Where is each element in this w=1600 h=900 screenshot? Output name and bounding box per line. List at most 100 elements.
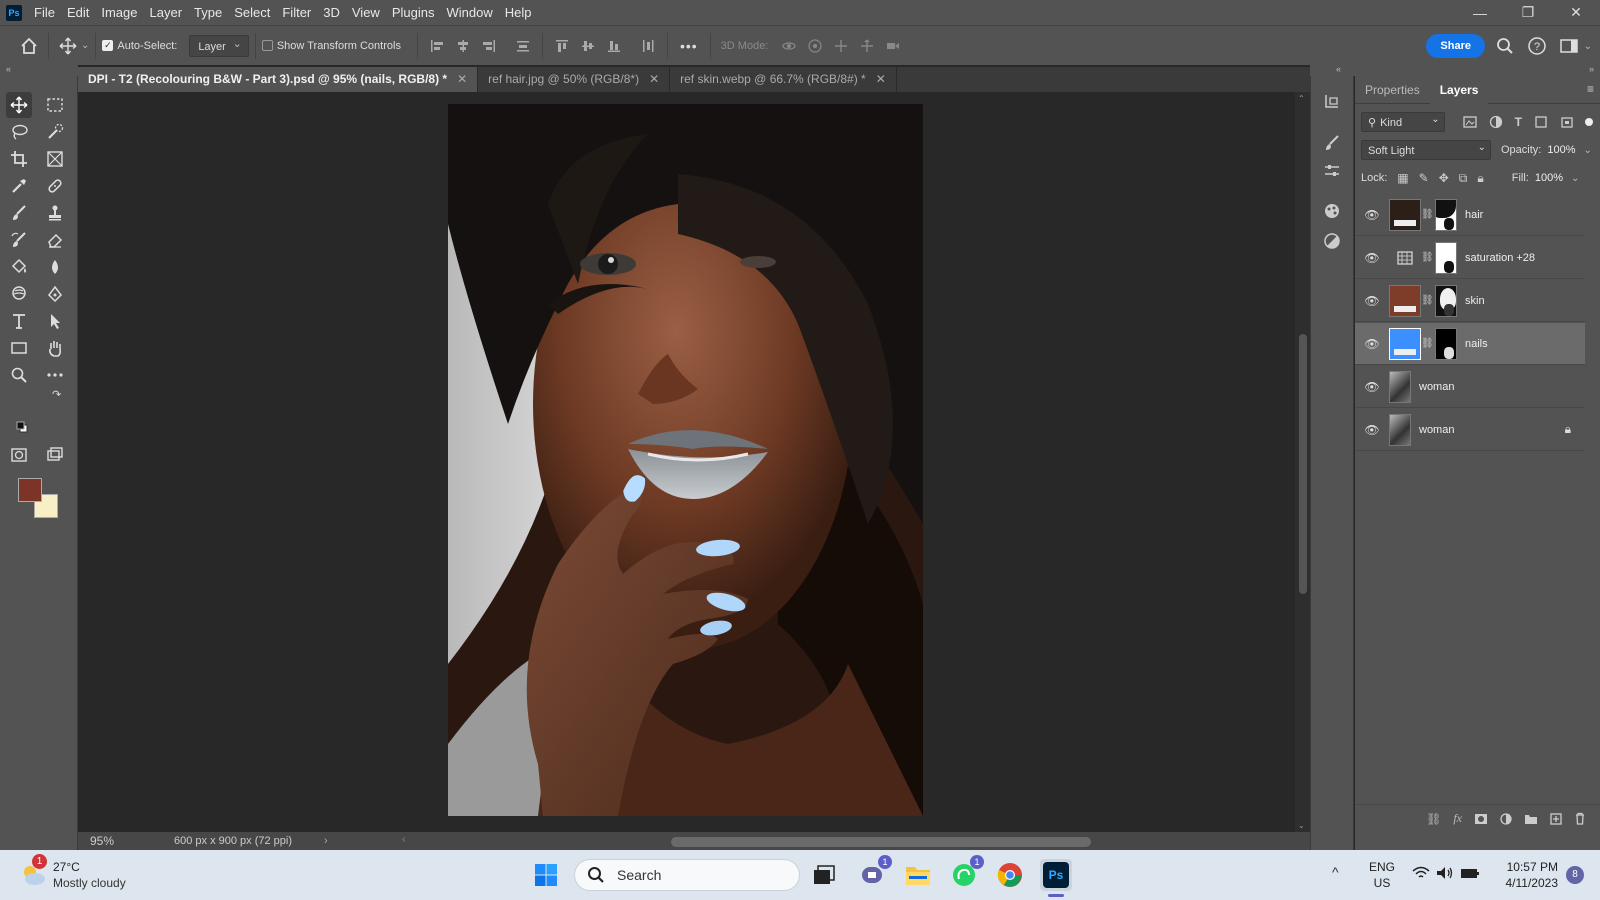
collapse-left-icon[interactable]: «	[1336, 65, 1341, 74]
brush-tool-icon[interactable]	[6, 200, 32, 226]
auto-select-dropdown[interactable]: Layer	[189, 33, 249, 57]
filter-pixel-icon[interactable]	[1463, 115, 1477, 129]
blur-tool-icon[interactable]	[42, 254, 68, 280]
toolbar-collapse-strip[interactable]: «	[0, 65, 78, 76]
align-bottom-icon[interactable]	[601, 33, 627, 59]
clock[interactable]: 10:57 PM 4/11/2023	[1494, 859, 1559, 891]
chevron-down-icon[interactable]: ⌄	[1571, 173, 1579, 184]
lock-all-icon[interactable]: 🔒︎	[1477, 171, 1483, 186]
visibility-eye-icon[interactable]: 👁︎	[1355, 251, 1389, 265]
link-icon[interactable]: ⛓︎	[1421, 252, 1434, 263]
weather-widget[interactable]: 27°C Mostly cloudy	[53, 859, 126, 891]
layer-mask-thumbnail[interactable]	[1435, 284, 1457, 317]
panel-collapse-strip[interactable]: «»	[1310, 65, 1600, 76]
tab-layers[interactable]: Layers	[1429, 75, 1489, 104]
close-button[interactable]: ✕	[1552, 0, 1600, 25]
menu-filter[interactable]: Filter	[276, 0, 317, 25]
clone-stamp-tool-icon[interactable]	[42, 200, 68, 226]
link-icon[interactable]: ⛓︎	[1421, 295, 1434, 306]
healing-brush-tool-icon[interactable]	[42, 173, 68, 199]
menu-edit[interactable]: Edit	[61, 0, 95, 25]
photoshop-taskbar-icon[interactable]: Ps	[1040, 859, 1072, 891]
lasso-tool-icon[interactable]	[6, 119, 32, 145]
help-icon[interactable]: ?	[1524, 33, 1550, 59]
task-view-icon[interactable]	[808, 859, 840, 891]
document-canvas[interactable]	[448, 104, 923, 816]
fill-input[interactable]: 100%	[1535, 172, 1563, 184]
notification-badge[interactable]: 8	[1566, 866, 1584, 884]
marquee-tool-icon[interactable]	[42, 92, 68, 118]
menu-window[interactable]: Window	[440, 0, 498, 25]
visibility-eye-icon[interactable]: 👁︎	[1355, 208, 1389, 222]
lock-position-icon[interactable]: ✥	[1439, 171, 1449, 185]
type-tool-icon[interactable]	[6, 308, 32, 334]
tab-ref-skin[interactable]: ref skin.webp @ 66.7% (RGB/8#) * ✕	[670, 67, 897, 92]
layer-mask-thumbnail[interactable]	[1435, 327, 1457, 360]
tab-document-main[interactable]: DPI - T2 (Recolouring B&W - Part 3).psd …	[78, 67, 479, 92]
crop-tool-icon[interactable]	[6, 146, 32, 172]
home-icon[interactable]	[16, 33, 42, 59]
pen-tool-icon[interactable]	[42, 281, 68, 307]
lock-pixels-icon[interactable]: ✎	[1419, 171, 1429, 185]
chrome-icon[interactable]	[994, 859, 1026, 891]
layer-row[interactable]: 👁︎ ⛓︎ skin	[1355, 280, 1585, 322]
blend-mode-dropdown[interactable]: Soft Light	[1361, 138, 1491, 160]
weather-icon[interactable]: 1	[18, 854, 48, 888]
lock-transparent-icon[interactable]: ▦	[1397, 171, 1408, 185]
photoshop-logo-icon[interactable]: Ps	[6, 4, 22, 21]
scroll-left-icon[interactable]: ‹	[402, 834, 405, 845]
more-options-icon[interactable]: •••	[680, 38, 698, 54]
menu-select[interactable]: Select	[228, 0, 276, 25]
navigator-panel-icon[interactable]	[1319, 228, 1345, 254]
menu-plugins[interactable]: Plugins	[386, 0, 441, 25]
start-menu-icon[interactable]	[530, 859, 562, 891]
new-layer-icon[interactable]	[1550, 812, 1562, 825]
layer-thumbnail[interactable]	[1389, 413, 1411, 446]
minimize-button[interactable]: —	[1456, 0, 1504, 25]
taskbar-search[interactable]: Search	[574, 859, 800, 891]
align-middle-icon[interactable]	[575, 33, 601, 59]
layer-name[interactable]: saturation +28	[1465, 252, 1535, 264]
new-group-icon[interactable]	[1524, 813, 1538, 825]
filter-kind-dropdown[interactable]: ⚲ Kind	[1361, 110, 1445, 132]
align-top-icon[interactable]	[549, 33, 575, 59]
layer-name[interactable]: skin	[1465, 295, 1485, 307]
tab-properties[interactable]: Properties	[1355, 76, 1430, 104]
3d-orbit-icon[interactable]	[776, 33, 802, 59]
wifi-icon[interactable]	[1412, 866, 1430, 880]
layer-row[interactable]: 👁︎ woman 🔒︎	[1355, 409, 1585, 451]
file-explorer-icon[interactable]	[902, 859, 934, 891]
new-adjustment-layer-icon[interactable]	[1500, 812, 1512, 825]
3d-slide-icon[interactable]	[854, 33, 880, 59]
layer-name[interactable]: woman	[1419, 424, 1454, 436]
3d-pan-icon[interactable]	[828, 33, 854, 59]
battery-icon[interactable]	[1460, 866, 1480, 880]
share-button[interactable]: Share	[1426, 34, 1485, 58]
status-menu-chevron-icon[interactable]: ›	[324, 835, 328, 847]
menu-file[interactable]: File	[28, 0, 61, 25]
libraries-panel-icon[interactable]	[1319, 198, 1345, 224]
link-icon[interactable]: ⛓︎	[1421, 338, 1434, 349]
filter-type-icon[interactable]: T	[1515, 115, 1522, 129]
scroll-down-icon[interactable]: ⌄	[1298, 821, 1305, 830]
move-tool-icon[interactable]	[55, 33, 81, 59]
align-left-icon[interactable]	[424, 33, 450, 59]
frame-tool-icon[interactable]	[42, 146, 68, 172]
search-icon[interactable]	[1492, 33, 1518, 59]
restore-button[interactable]: ❐	[1504, 0, 1552, 25]
foreground-color-swatch[interactable]	[18, 478, 42, 502]
layer-thumbnail[interactable]	[1389, 198, 1421, 231]
visibility-eye-icon[interactable]: 👁︎	[1355, 337, 1389, 351]
history-panel-icon[interactable]	[1319, 88, 1345, 114]
screen-mode-icon[interactable]	[42, 442, 68, 468]
default-colors-icon[interactable]	[16, 421, 28, 433]
teams-chat-icon[interactable]: 1	[856, 855, 892, 891]
horizontal-scrollbar[interactable]: ‹ ›	[402, 834, 1370, 847]
zoom-tool-icon[interactable]	[6, 362, 32, 388]
delete-layer-icon[interactable]	[1574, 812, 1586, 825]
language-indicator[interactable]: ENG US	[1369, 859, 1395, 891]
menu-image[interactable]: Image	[95, 0, 143, 25]
lock-artboard-icon[interactable]: ⧉	[1459, 171, 1468, 186]
layer-mask-thumbnail[interactable]	[1435, 198, 1457, 231]
adjustments-panel-icon[interactable]	[1319, 158, 1345, 184]
